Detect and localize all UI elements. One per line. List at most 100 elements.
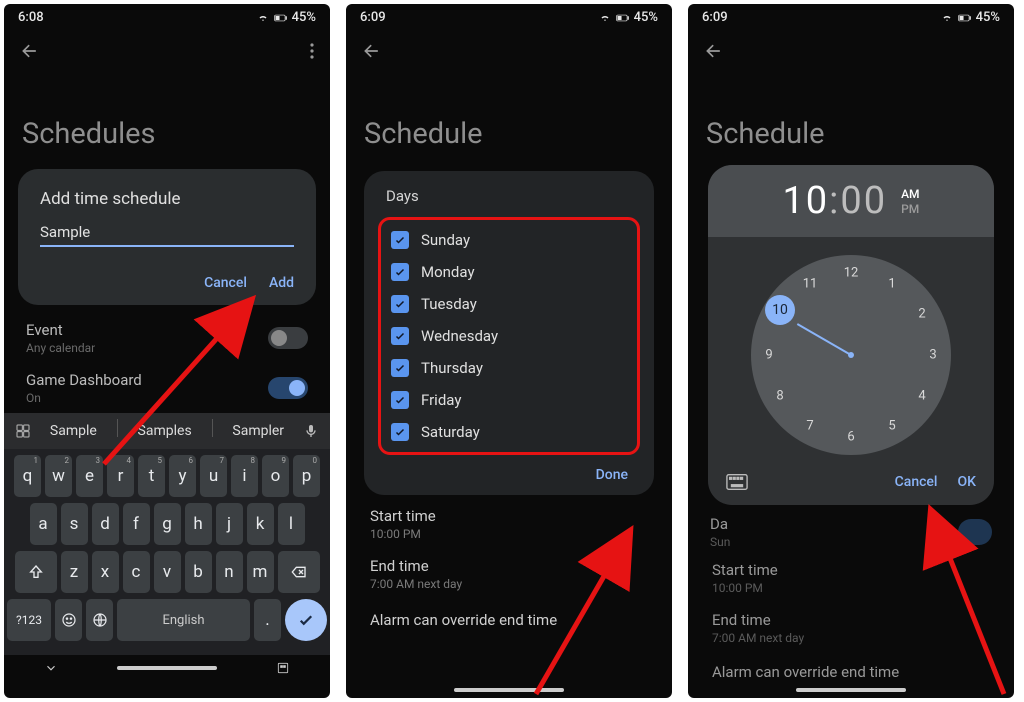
key-y[interactable]: 6y [169,455,196,497]
key-p[interactable]: 0p [293,455,320,497]
nav-pill[interactable] [454,688,564,692]
key-l[interactable]: l [278,503,305,545]
key-t[interactable]: 5t [138,455,165,497]
hour-1[interactable]: 1 [888,277,895,292]
back-icon[interactable] [704,41,724,61]
event-row[interactable]: Event Any calendar [4,313,330,363]
end-time-row[interactable]: End time 7:00 AM next day [688,599,1014,649]
key-d[interactable]: d [92,503,119,545]
schedule-name-input[interactable]: Sample [40,223,294,247]
clipboard-icon[interactable] [12,420,34,442]
time-minute[interactable]: 00 [840,179,887,223]
selected-hour-knob[interactable]: 10 [765,295,795,325]
alarm-override-row[interactable]: Alarm can override end time [688,649,1014,685]
day-row-wednesday[interactable]: Wednesday [387,320,631,352]
key-globe[interactable] [86,599,113,641]
hour-8[interactable]: 8 [776,389,783,404]
checkbox-icon[interactable] [391,423,409,441]
nav-square-icon[interactable] [276,661,290,675]
keyboard-icon[interactable] [726,473,748,491]
key-c[interactable]: c [123,551,150,593]
start-time-row[interactable]: Start time 10:00 PM [346,495,672,545]
checkbox-icon[interactable] [391,263,409,281]
key-b[interactable]: b [185,551,212,593]
nav-pill[interactable] [796,688,906,692]
hour-9[interactable]: 9 [765,348,772,363]
key-enter[interactable] [285,599,327,641]
key-period[interactable]: . [254,599,281,641]
hour-12[interactable]: 12 [844,266,859,281]
end-time-row[interactable]: End time 7:00 AM next day [346,545,672,595]
screenshot-3: 6:09 45% Schedule 10 : 00 AM PM [688,4,1014,698]
hour-3[interactable]: 3 [929,348,936,363]
event-toggle[interactable] [268,327,308,349]
suggestion-2[interactable]: Samples [134,419,196,443]
day-row-thursday[interactable]: Thursday [387,352,631,384]
ok-button[interactable]: OK [958,474,977,490]
key-u[interactable]: 7u [200,455,227,497]
clock-face[interactable]: 10 12 1 2 3 4 5 6 7 8 9 11 [751,255,951,455]
pm-button[interactable]: PM [901,202,919,216]
key-s[interactable]: s [61,503,88,545]
key-n[interactable]: n [216,551,243,593]
day-row-monday[interactable]: Monday [387,256,631,288]
key-f[interactable]: f [123,503,150,545]
mic-icon[interactable] [300,420,322,442]
key-space[interactable]: English [117,599,250,641]
day-row-friday[interactable]: Friday [387,384,631,416]
key-o[interactable]: 9o [262,455,289,497]
day-row-tuesday[interactable]: Tuesday [387,288,631,320]
key-emoji[interactable] [55,599,82,641]
checkbox-icon[interactable] [391,391,409,409]
key-shift[interactable] [15,551,57,593]
game-dashboard-row[interactable]: Game Dashboard On [4,363,330,413]
key-z[interactable]: z [61,551,88,593]
more-icon[interactable] [310,43,314,59]
nav-pill[interactable] [117,666,217,670]
key-numbers[interactable]: ?123 [7,599,51,641]
key-j[interactable]: j [216,503,243,545]
day-row-saturday[interactable]: Saturday [387,416,631,448]
key-r[interactable]: 4r [107,455,134,497]
game-toggle[interactable] [268,377,308,399]
hour-4[interactable]: 4 [918,389,925,404]
checkbox-icon[interactable] [391,295,409,313]
done-button[interactable]: Done [596,467,628,483]
key-x[interactable]: x [92,551,119,593]
cancel-button[interactable]: Cancel [204,275,247,291]
days-row-peek[interactable]: Da Sun [688,505,1014,549]
hour-5[interactable]: 5 [888,419,895,434]
hour-6[interactable]: 6 [847,430,854,445]
day-row-sunday[interactable]: Sunday [387,224,631,256]
cancel-button[interactable]: Cancel [895,474,938,490]
hour-7[interactable]: 7 [806,419,813,434]
key-h[interactable]: h [185,503,212,545]
alarm-override-row[interactable]: Alarm can override end time [346,595,672,633]
key-k[interactable]: k [247,503,274,545]
checkbox-icon[interactable] [391,231,409,249]
event-sub: Any calendar [26,341,95,355]
key-backspace[interactable] [278,551,320,593]
hour-11[interactable]: 11 [803,277,818,292]
am-button[interactable]: AM [901,187,919,201]
nav-down-icon[interactable] [44,661,58,675]
key-i[interactable]: 8i [231,455,258,497]
back-icon[interactable] [362,41,382,61]
key-a[interactable]: a [30,503,57,545]
suggestion-3[interactable]: Sampler [228,419,288,443]
key-m[interactable]: m [247,551,274,593]
key-w[interactable]: 2w [45,455,72,497]
add-button[interactable]: Add [269,275,294,291]
time-hour[interactable]: 10 [782,179,829,223]
key-q[interactable]: 1q [14,455,41,497]
start-time-row[interactable]: Start time 10:00 PM [688,549,1014,599]
checkbox-icon[interactable] [391,327,409,345]
key-e[interactable]: 3e [76,455,103,497]
hour-2[interactable]: 2 [918,307,925,322]
checkbox-icon[interactable] [391,359,409,377]
key-g[interactable]: g [154,503,181,545]
back-icon[interactable] [20,41,40,61]
key-v[interactable]: v [154,551,181,593]
suggestion-1[interactable]: Sample [46,419,101,443]
status-time: 6:09 [360,10,386,25]
